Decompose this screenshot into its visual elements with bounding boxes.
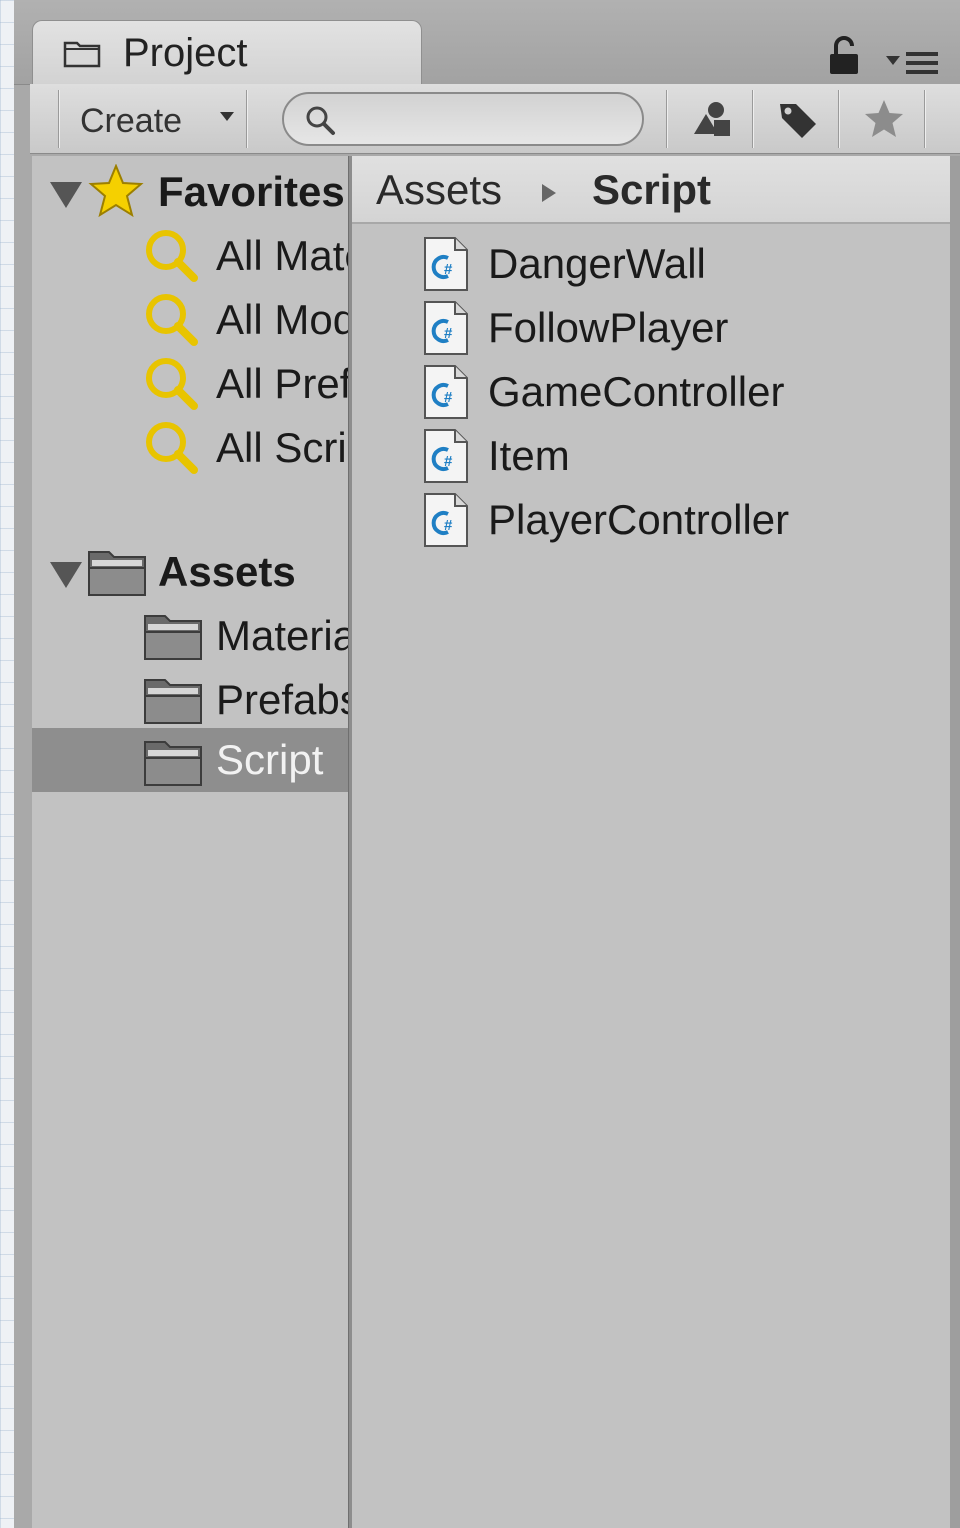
- project-window: Project Create Favorites All Mat All Mod…: [14, 0, 960, 1528]
- tab-strip: Project: [14, 0, 960, 86]
- tree-item-label: All Models: [216, 296, 348, 343]
- tree-folder-prefabs[interactable]: Prefabs: [32, 668, 348, 732]
- asset-content-pane: Assets Script # DangerWall # FollowPlaye…: [352, 156, 950, 1528]
- tree-item-all-scripts[interactable]: All Scripts: [32, 416, 348, 480]
- saved-search-icon: [146, 294, 198, 346]
- star-icon: [88, 164, 144, 218]
- save-search-button[interactable]: [842, 90, 924, 148]
- asset-item[interactable]: # Item: [422, 424, 942, 488]
- csharp-script-icon: #: [424, 429, 468, 483]
- chevron-down-icon: [220, 112, 234, 121]
- csharp-script-icon: #: [424, 301, 468, 355]
- create-button[interactable]: Create: [60, 94, 236, 146]
- fold-arrow-icon[interactable]: [50, 182, 82, 208]
- tree-item-all-prefabs[interactable]: All Prefabs: [32, 352, 348, 416]
- csharp-script-icon: #: [424, 365, 468, 419]
- svg-text:#: #: [444, 453, 453, 470]
- toolbar: Create: [30, 84, 960, 154]
- breadcrumb-item[interactable]: Assets: [376, 166, 502, 214]
- svg-text:#: #: [444, 261, 453, 278]
- fold-arrow-icon[interactable]: [50, 562, 82, 588]
- svg-text:#: #: [444, 517, 453, 534]
- filter-by-label-icon: [780, 104, 816, 138]
- tree-folder-materials[interactable]: Materials: [32, 604, 348, 668]
- filter-by-type-icon: [694, 102, 730, 136]
- toolbar-separator: [752, 90, 753, 148]
- chevron-right-icon: [542, 184, 556, 202]
- tree-item-label: Script: [216, 736, 324, 783]
- toolbar-separator: [58, 90, 59, 148]
- asset-item-label: FollowPlayer: [488, 304, 729, 351]
- tree-favorites-label: Favorites: [158, 168, 345, 215]
- folder-icon: [144, 679, 202, 724]
- tree-item-label: All Scripts: [216, 424, 348, 471]
- tree-folder-script[interactable]: Script: [32, 728, 348, 792]
- save-search-star-icon: [865, 100, 903, 137]
- toolbar-separator: [838, 90, 839, 148]
- folder-tree-pane: Favorites All Materials All Models All P…: [32, 156, 348, 1528]
- tree-item-label: All Materials: [216, 232, 348, 279]
- folder-icon: [144, 615, 202, 660]
- tree-favorites-header[interactable]: Favorites: [32, 160, 348, 224]
- asset-item[interactable]: # FollowPlayer: [422, 296, 942, 360]
- asset-item[interactable]: # PlayerController: [422, 488, 942, 552]
- filter-by-label-button[interactable]: [756, 90, 838, 148]
- saved-search-icon: [146, 422, 198, 474]
- toolbar-separator: [666, 90, 667, 148]
- saved-search-icon: [146, 230, 198, 282]
- filter-by-type-button[interactable]: [670, 90, 752, 148]
- panel-menu-icon[interactable]: [882, 46, 942, 82]
- asset-item-label: Item: [488, 432, 570, 479]
- tree-item-label: Materials: [216, 612, 348, 659]
- tree-item-label: All Prefabs: [216, 360, 348, 407]
- csharp-script-icon: #: [424, 493, 468, 547]
- asset-item-label: PlayerController: [488, 496, 790, 543]
- svg-text:#: #: [444, 389, 453, 406]
- tree-item-all-models[interactable]: All Models: [32, 288, 348, 352]
- search-icon: [306, 106, 335, 135]
- breadcrumb-item[interactable]: Script: [592, 166, 711, 214]
- search-input[interactable]: [344, 100, 628, 140]
- toolbar-separator: [924, 90, 925, 148]
- search-field[interactable]: [282, 92, 644, 146]
- tree-item-label: Prefabs: [216, 676, 348, 723]
- toolbar-separator: [246, 90, 247, 148]
- asset-item-label: DangerWall: [488, 240, 706, 287]
- lock-icon[interactable]: [826, 36, 862, 76]
- asset-item[interactable]: # DangerWall: [422, 232, 942, 296]
- tree-assets-label: Assets: [158, 548, 296, 595]
- tree-item-all-materials[interactable]: All Materials: [32, 224, 348, 288]
- tree-assets-header[interactable]: Assets: [32, 540, 348, 604]
- asset-item[interactable]: # GameController: [422, 360, 942, 424]
- folder-icon: [144, 741, 202, 786]
- saved-search-icon: [146, 358, 198, 410]
- window-right-edge: [950, 156, 960, 1528]
- asset-item-label: GameController: [488, 368, 785, 415]
- folder-icon: [63, 41, 101, 68]
- tab-project[interactable]: Project: [32, 20, 422, 86]
- breadcrumb: Assets Script: [352, 156, 950, 224]
- csharp-script-icon: #: [424, 237, 468, 291]
- svg-text:#: #: [444, 325, 453, 342]
- folder-icon: [88, 551, 146, 596]
- create-button-label: Create: [80, 102, 183, 140]
- tab-label: Project: [123, 31, 248, 75]
